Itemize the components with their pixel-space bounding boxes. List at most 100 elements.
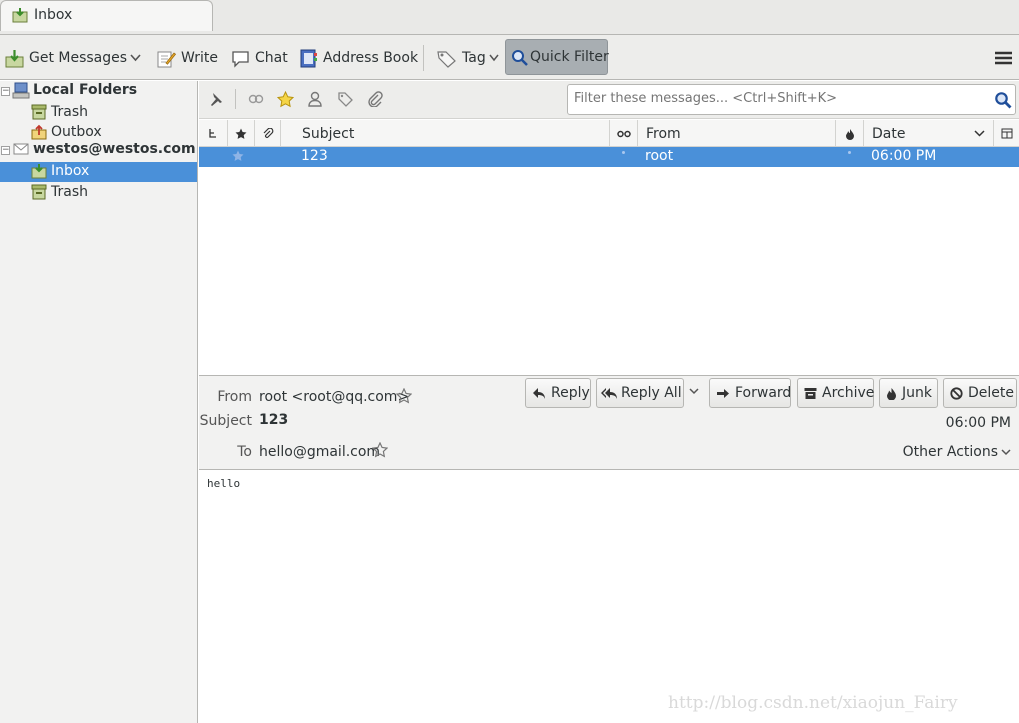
star-outline-icon[interactable]	[396, 388, 412, 404]
star-outline-icon[interactable]	[372, 442, 388, 458]
message-from: root	[645, 148, 674, 164]
pencil-icon	[157, 49, 176, 68]
trash-icon	[31, 104, 47, 120]
mail-account-icon	[13, 143, 29, 155]
app-menu-button[interactable]	[995, 51, 1012, 65]
address-book-icon	[299, 49, 318, 68]
junk-flame-icon	[886, 387, 897, 400]
collapse-toggle-icon[interactable]: −	[1, 87, 10, 96]
chevron-down-icon	[1001, 448, 1011, 456]
filter-separator	[235, 89, 236, 109]
archive-label: Archive	[822, 385, 875, 401]
delete-label: Delete	[968, 385, 1014, 401]
junk-flame-icon	[845, 128, 855, 140]
reply-button[interactable]: Reply	[525, 378, 591, 408]
tag-label: Tag	[462, 50, 486, 66]
to-value[interactable]: hello@gmail.com	[259, 444, 380, 460]
column-from-label: From	[646, 125, 681, 142]
folder-label: Trash	[51, 104, 88, 120]
tab-inbox[interactable]: Inbox	[0, 0, 213, 31]
quick-filter-button[interactable]: Quick Filter	[505, 39, 609, 75]
search-icon[interactable]	[994, 91, 1012, 109]
reply-all-label: Reply All	[621, 385, 682, 401]
tag-icon[interactable]	[337, 91, 354, 107]
unread-filter-icon[interactable]	[248, 91, 264, 107]
write-button[interactable]: Write	[157, 44, 218, 72]
star-icon[interactable]	[232, 150, 244, 162]
toolbar-separator	[423, 45, 424, 71]
folder-local-folders[interactable]: − Local Folders	[0, 81, 197, 101]
from-label: From	[217, 389, 252, 405]
delete-circle-icon	[950, 386, 963, 400]
message-body-pane[interactable]: hello	[199, 471, 1019, 723]
folder-label: westos@westos.com	[33, 141, 196, 157]
attachment-icon[interactable]	[367, 91, 383, 107]
thread-icon	[208, 128, 218, 140]
column-attachment[interactable]	[254, 120, 280, 147]
inbox-icon	[31, 163, 47, 179]
sort-descending-icon	[974, 130, 985, 137]
watermark-text: http://blog.csdn.net/xiaojun_Fairy	[668, 693, 958, 713]
address-book-button[interactable]: Address Book	[299, 44, 418, 72]
archive-button[interactable]: Archive	[797, 378, 874, 408]
search-icon	[511, 49, 528, 66]
read-dot-icon[interactable]	[622, 151, 625, 154]
tab-title: Inbox	[34, 7, 73, 23]
tag-icon	[436, 49, 457, 68]
address-book-label: Address Book	[323, 50, 419, 66]
junk-dot-icon[interactable]	[848, 151, 851, 154]
from-value[interactable]: root <root@qq.com>	[259, 389, 409, 405]
column-picker[interactable]	[993, 120, 1019, 147]
junk-label: Junk	[902, 385, 932, 401]
column-thread[interactable]	[199, 120, 227, 147]
collapse-toggle-icon[interactable]: −	[1, 146, 10, 155]
tag-button[interactable]: Tag	[436, 44, 499, 72]
chat-label: Chat	[255, 50, 288, 66]
download-icon	[5, 49, 24, 68]
write-label: Write	[181, 50, 218, 66]
other-actions-button[interactable]: Other Actions	[903, 444, 1011, 460]
column-picker-icon	[1001, 128, 1013, 139]
column-from[interactable]: From	[637, 120, 835, 147]
folder-local-trash[interactable]: Trash	[0, 103, 197, 123]
column-starred[interactable]	[227, 120, 254, 147]
chevron-down-icon	[689, 388, 699, 395]
other-actions-label: Other Actions	[902, 444, 998, 460]
get-messages-dropdown[interactable]	[130, 44, 141, 72]
filter-messages-field[interactable]	[567, 84, 1016, 115]
folder-pane: − Local Folders Trash Outbox − westos@we…	[0, 81, 198, 723]
filter-messages-input[interactable]	[574, 91, 984, 106]
column-junk[interactable]	[835, 120, 863, 147]
column-date[interactable]: Date	[863, 120, 993, 147]
contact-icon[interactable]	[307, 91, 323, 107]
folder-inbox[interactable]: Inbox	[0, 162, 197, 182]
column-read[interactable]	[609, 120, 637, 147]
folder-label: Outbox	[51, 124, 102, 140]
get-messages-button[interactable]: Get Messages	[5, 44, 127, 72]
inbox-icon	[12, 7, 28, 23]
hamburger-menu-icon	[995, 51, 1012, 65]
message-row[interactable]: 123 root 06:00 PM	[199, 147, 1019, 167]
get-messages-label: Get Messages	[29, 50, 128, 66]
folder-label: Inbox	[51, 163, 90, 179]
attachment-icon	[262, 127, 274, 140]
outbox-icon	[31, 124, 47, 140]
forward-button[interactable]: Forward	[709, 378, 791, 408]
reply-label: Reply	[551, 385, 590, 401]
reply-all-button[interactable]: Reply All	[596, 378, 684, 408]
forward-label: Forward	[735, 385, 792, 401]
folder-label: Local Folders	[33, 82, 138, 98]
chat-button[interactable]: Chat	[231, 44, 288, 72]
column-subject[interactable]: Subject	[280, 120, 609, 147]
message-subject: 123	[301, 148, 328, 164]
sticky-pin-icon[interactable]	[208, 91, 224, 107]
to-label: To	[237, 444, 252, 460]
subject-value: 123	[259, 412, 289, 428]
reply-all-dropdown[interactable]	[689, 388, 699, 395]
folder-account[interactable]: − westos@westos.com	[0, 140, 197, 160]
folder-label: Trash	[51, 184, 88, 200]
junk-button[interactable]: Junk	[879, 378, 938, 408]
folder-account-trash[interactable]: Trash	[0, 183, 197, 203]
delete-button[interactable]: Delete	[943, 378, 1017, 408]
star-icon[interactable]	[277, 91, 294, 108]
